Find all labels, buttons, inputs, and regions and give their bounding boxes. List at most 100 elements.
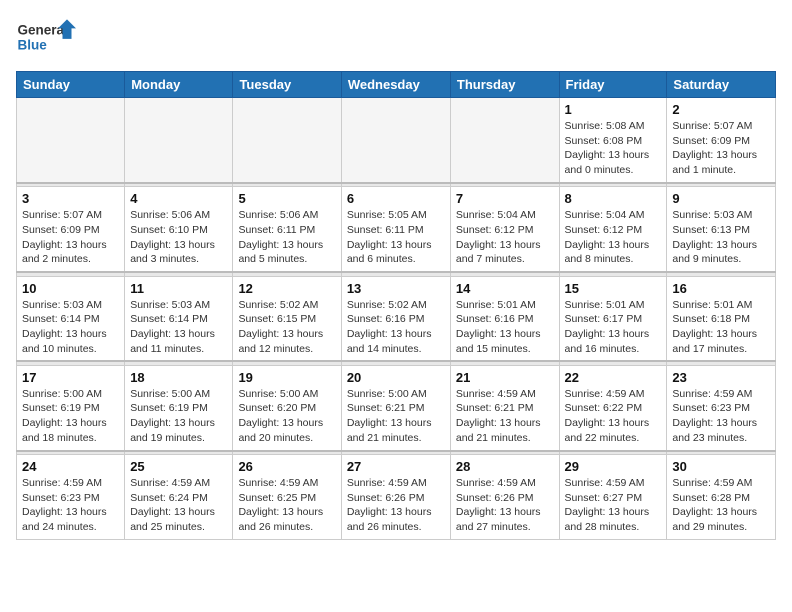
day-info: Sunrise: 4:59 AMSunset: 6:27 PMDaylight:…	[565, 476, 662, 535]
day-info: Sunrise: 4:59 AMSunset: 6:23 PMDaylight:…	[22, 476, 119, 535]
calendar-week-row: 24 Sunrise: 4:59 AMSunset: 6:23 PMDayligh…	[17, 455, 776, 540]
weekday-header-saturday: Saturday	[667, 72, 776, 98]
weekday-header-wednesday: Wednesday	[341, 72, 450, 98]
day-number: 18	[130, 370, 227, 385]
day-info: Sunrise: 5:05 AMSunset: 6:11 PMDaylight:…	[347, 208, 445, 267]
day-info: Sunrise: 5:00 AMSunset: 6:19 PMDaylight:…	[22, 387, 119, 446]
day-number: 27	[347, 459, 445, 474]
day-number: 14	[456, 281, 554, 296]
calendar-day-cell: 30 Sunrise: 4:59 AMSunset: 6:28 PMDayligh…	[667, 455, 776, 540]
calendar-day-cell: 16 Sunrise: 5:01 AMSunset: 6:18 PMDayligh…	[667, 276, 776, 361]
day-number: 12	[238, 281, 335, 296]
day-info: Sunrise: 5:03 AMSunset: 6:14 PMDaylight:…	[130, 298, 227, 357]
calendar-day-cell: 5 Sunrise: 5:06 AMSunset: 6:11 PMDaylight…	[233, 187, 341, 272]
calendar-day-cell: 25 Sunrise: 4:59 AMSunset: 6:24 PMDayligh…	[125, 455, 233, 540]
calendar-day-cell: 11 Sunrise: 5:03 AMSunset: 6:14 PMDayligh…	[125, 276, 233, 361]
calendar-day-cell: 22Sunrise: 4:59 AMSunset: 6:22 PMDayligh…	[559, 365, 667, 450]
day-info: Sunrise: 4:59 AMSunset: 6:28 PMDaylight:…	[672, 476, 770, 535]
calendar-day-cell: 1 Sunrise: 5:08 AMSunset: 6:08 PMDaylight…	[559, 98, 667, 183]
day-info: Sunrise: 4:59 AMSunset: 6:26 PMDaylight:…	[456, 476, 554, 535]
day-info: Sunrise: 5:07 AMSunset: 6:09 PMDaylight:…	[22, 208, 119, 267]
calendar-day-cell: 4 Sunrise: 5:06 AMSunset: 6:10 PMDaylight…	[125, 187, 233, 272]
day-number: 24	[22, 459, 119, 474]
day-info: Sunrise: 5:08 AMSunset: 6:08 PMDaylight:…	[565, 119, 662, 178]
calendar-day-cell: 17 Sunrise: 5:00 AMSunset: 6:19 PMDayligh…	[17, 365, 125, 450]
day-number: 26	[238, 459, 335, 474]
calendar-day-cell: 20 Sunrise: 5:00 AMSunset: 6:21 PMDayligh…	[341, 365, 450, 450]
day-number: 4	[130, 191, 227, 206]
day-number: 17	[22, 370, 119, 385]
calendar-day-cell: 23 Sunrise: 4:59 AMSunset: 6:23 PMDayligh…	[667, 365, 776, 450]
day-number: 25	[130, 459, 227, 474]
day-info: Sunrise: 4:59 AMSunset: 6:26 PMDaylight:…	[347, 476, 445, 535]
calendar-day-cell	[233, 98, 341, 183]
day-info: Sunrise: 5:01 AMSunset: 6:17 PMDaylight:…	[565, 298, 662, 357]
day-number: 28	[456, 459, 554, 474]
day-number: 9	[672, 191, 770, 206]
calendar-day-cell: 2 Sunrise: 5:07 AMSunset: 6:09 PMDaylight…	[667, 98, 776, 183]
calendar-day-cell: 29Sunrise: 4:59 AMSunset: 6:27 PMDayligh…	[559, 455, 667, 540]
svg-text:General: General	[18, 22, 68, 37]
day-info: Sunrise: 5:02 AMSunset: 6:16 PMDaylight:…	[347, 298, 445, 357]
calendar-day-cell: 6 Sunrise: 5:05 AMSunset: 6:11 PMDaylight…	[341, 187, 450, 272]
calendar-day-cell: 21 Sunrise: 4:59 AMSunset: 6:21 PMDayligh…	[450, 365, 559, 450]
calendar-day-cell: 19 Sunrise: 5:00 AMSunset: 6:20 PMDayligh…	[233, 365, 341, 450]
day-info: Sunrise: 5:03 AMSunset: 6:14 PMDaylight:…	[22, 298, 119, 357]
day-number: 21	[456, 370, 554, 385]
calendar-week-row: 1 Sunrise: 5:08 AMSunset: 6:08 PMDaylight…	[17, 98, 776, 183]
day-info: Sunrise: 4:59 AMSunset: 6:25 PMDaylight:…	[238, 476, 335, 535]
logo-svg: General Blue	[16, 16, 76, 61]
day-info: Sunrise: 4:59 AMSunset: 6:22 PMDaylight:…	[565, 387, 662, 446]
day-info: Sunrise: 5:00 AMSunset: 6:20 PMDaylight:…	[238, 387, 335, 446]
calendar-day-cell: 9 Sunrise: 5:03 AMSunset: 6:13 PMDaylight…	[667, 187, 776, 272]
calendar-day-cell: 3Sunrise: 5:07 AMSunset: 6:09 PMDaylight…	[17, 187, 125, 272]
day-number: 19	[238, 370, 335, 385]
calendar-header-row: SundayMondayTuesdayWednesdayThursdayFrid…	[17, 72, 776, 98]
weekday-header-sunday: Sunday	[17, 72, 125, 98]
day-info: Sunrise: 4:59 AMSunset: 6:21 PMDaylight:…	[456, 387, 554, 446]
day-number: 30	[672, 459, 770, 474]
day-info: Sunrise: 5:03 AMSunset: 6:13 PMDaylight:…	[672, 208, 770, 267]
day-number: 15	[565, 281, 662, 296]
calendar-day-cell	[17, 98, 125, 183]
calendar-day-cell: 8Sunrise: 5:04 AMSunset: 6:12 PMDaylight…	[559, 187, 667, 272]
weekday-header-friday: Friday	[559, 72, 667, 98]
day-number: 16	[672, 281, 770, 296]
day-number: 11	[130, 281, 227, 296]
calendar-week-row: 10 Sunrise: 5:03 AMSunset: 6:14 PMDayligh…	[17, 276, 776, 361]
day-number: 20	[347, 370, 445, 385]
day-info: Sunrise: 5:00 AMSunset: 6:21 PMDaylight:…	[347, 387, 445, 446]
calendar-day-cell: 18Sunrise: 5:00 AMSunset: 6:19 PMDayligh…	[125, 365, 233, 450]
weekday-header-tuesday: Tuesday	[233, 72, 341, 98]
calendar-day-cell	[341, 98, 450, 183]
calendar-week-row: 17 Sunrise: 5:00 AMSunset: 6:19 PMDayligh…	[17, 365, 776, 450]
day-number: 23	[672, 370, 770, 385]
day-info: Sunrise: 5:01 AMSunset: 6:16 PMDaylight:…	[456, 298, 554, 357]
calendar-day-cell: 7 Sunrise: 5:04 AMSunset: 6:12 PMDaylight…	[450, 187, 559, 272]
day-info: Sunrise: 4:59 AMSunset: 6:24 PMDaylight:…	[130, 476, 227, 535]
svg-text:Blue: Blue	[18, 37, 48, 52]
calendar-day-cell: 10 Sunrise: 5:03 AMSunset: 6:14 PMDayligh…	[17, 276, 125, 361]
day-number: 10	[22, 281, 119, 296]
calendar-day-cell: 27 Sunrise: 4:59 AMSunset: 6:26 PMDayligh…	[341, 455, 450, 540]
page-header: General Blue	[16, 16, 776, 61]
day-info: Sunrise: 5:06 AMSunset: 6:11 PMDaylight:…	[238, 208, 335, 267]
calendar-day-cell: 12Sunrise: 5:02 AMSunset: 6:15 PMDayligh…	[233, 276, 341, 361]
day-number: 6	[347, 191, 445, 206]
weekday-header-monday: Monday	[125, 72, 233, 98]
weekday-header-thursday: Thursday	[450, 72, 559, 98]
day-info: Sunrise: 5:01 AMSunset: 6:18 PMDaylight:…	[672, 298, 770, 357]
day-number: 2	[672, 102, 770, 117]
calendar-table: SundayMondayTuesdayWednesdayThursdayFrid…	[16, 71, 776, 540]
day-number: 7	[456, 191, 554, 206]
day-number: 5	[238, 191, 335, 206]
calendar-week-row: 3Sunrise: 5:07 AMSunset: 6:09 PMDaylight…	[17, 187, 776, 272]
day-number: 13	[347, 281, 445, 296]
day-info: Sunrise: 5:07 AMSunset: 6:09 PMDaylight:…	[672, 119, 770, 178]
day-info: Sunrise: 4:59 AMSunset: 6:23 PMDaylight:…	[672, 387, 770, 446]
calendar-day-cell: 14 Sunrise: 5:01 AMSunset: 6:16 PMDayligh…	[450, 276, 559, 361]
day-info: Sunrise: 5:06 AMSunset: 6:10 PMDaylight:…	[130, 208, 227, 267]
day-number: 1	[565, 102, 662, 117]
day-info: Sunrise: 5:04 AMSunset: 6:12 PMDaylight:…	[456, 208, 554, 267]
calendar-day-cell	[450, 98, 559, 183]
